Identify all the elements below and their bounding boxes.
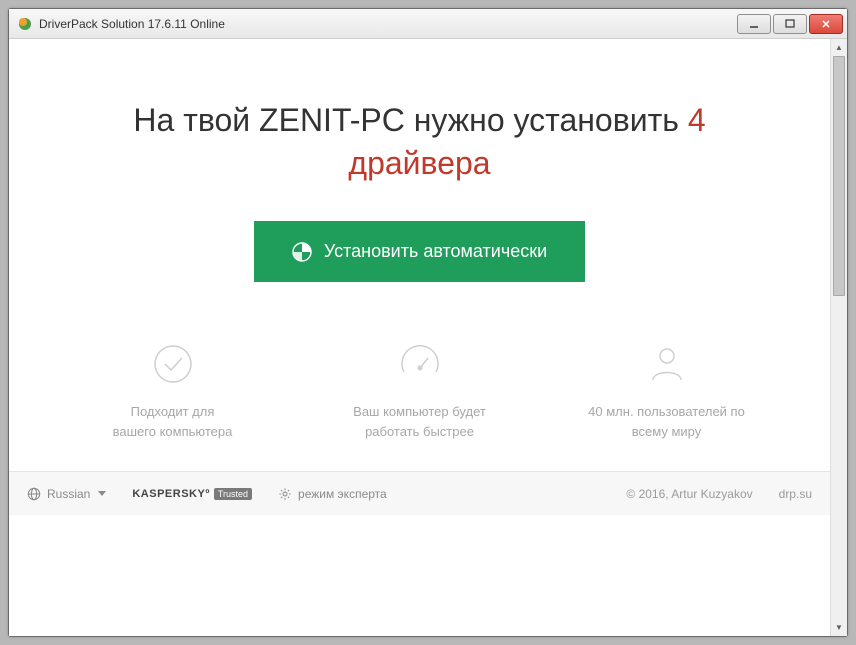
feature-compatible: Подходит для вашего компьютера: [49, 340, 296, 441]
gauge-icon: [306, 340, 533, 388]
scroll-up-arrow[interactable]: ▲: [831, 39, 847, 56]
hero-heading: На твой ZENIT-PC нужно установить 4 драй…: [9, 39, 830, 185]
feature-label: Ваш компьютер будет работать быстрее: [306, 402, 533, 441]
globe-icon: [27, 487, 41, 501]
vertical-scrollbar[interactable]: ▲ ▼: [830, 39, 847, 636]
chevron-down-icon: [98, 491, 106, 496]
install-button-label: Установить автоматически: [324, 241, 547, 262]
user-icon: [553, 340, 780, 388]
site-link[interactable]: drp.su: [779, 487, 812, 501]
cta-row: Установить автоматически: [9, 185, 830, 306]
heading-text: На твой ZENIT-PC нужно установить 4 драй…: [49, 99, 790, 185]
check-circle-icon: [59, 340, 286, 388]
app-icon: [17, 16, 33, 32]
scroll-down-arrow[interactable]: ▼: [831, 619, 847, 636]
copyright-text: © 2016, Artur Kuzyakov: [626, 487, 752, 501]
heading-drivers-word: драйвера: [348, 145, 490, 181]
feature-users: 40 млн. пользователей по всему миру: [543, 340, 790, 441]
gear-icon: [278, 487, 292, 501]
close-button[interactable]: [809, 14, 843, 34]
language-selector[interactable]: Russian: [27, 487, 106, 501]
expert-mode-label: режим эксперта: [298, 487, 387, 501]
kaspersky-trusted-link[interactable]: KASPERSKYº Trusted: [132, 488, 252, 500]
content: На твой ZENIT-PC нужно установить 4 драй…: [9, 39, 830, 636]
kaspersky-logo: KASPERSKYº: [132, 488, 209, 500]
install-auto-button[interactable]: Установить автоматически: [254, 221, 585, 282]
window-controls: [737, 14, 843, 34]
app-window: DriverPack Solution 17.6.11 Online На тв…: [8, 8, 848, 637]
heading-pc-name: ZENIT-PC: [259, 102, 405, 138]
install-icon: [292, 242, 312, 262]
titlebar: DriverPack Solution 17.6.11 Online: [9, 9, 847, 39]
scroll-thumb[interactable]: [833, 56, 845, 296]
footer-bar: Russian KASPERSKYº Trusted режим эксперт…: [9, 471, 830, 515]
heading-driver-count: 4: [688, 102, 706, 138]
expert-mode-link[interactable]: режим эксперта: [278, 487, 387, 501]
feature-label: 40 млн. пользователей по всему миру: [553, 402, 780, 441]
trusted-badge: Trusted: [214, 488, 252, 500]
feature-label: Подходит для вашего компьютера: [59, 402, 286, 441]
feature-faster: Ваш компьютер будет работать быстрее: [296, 340, 543, 441]
language-label: Russian: [47, 487, 90, 501]
window-title: DriverPack Solution 17.6.11 Online: [39, 17, 737, 31]
heading-part: нужно установить: [405, 102, 688, 138]
features-row: Подходит для вашего компьютера Ваш компь…: [9, 306, 830, 471]
scroll-track[interactable]: [831, 56, 847, 619]
client-area: На твой ZENIT-PC нужно установить 4 драй…: [9, 39, 847, 636]
maximize-button[interactable]: [773, 14, 807, 34]
minimize-button[interactable]: [737, 14, 771, 34]
heading-part: На твой: [133, 102, 259, 138]
